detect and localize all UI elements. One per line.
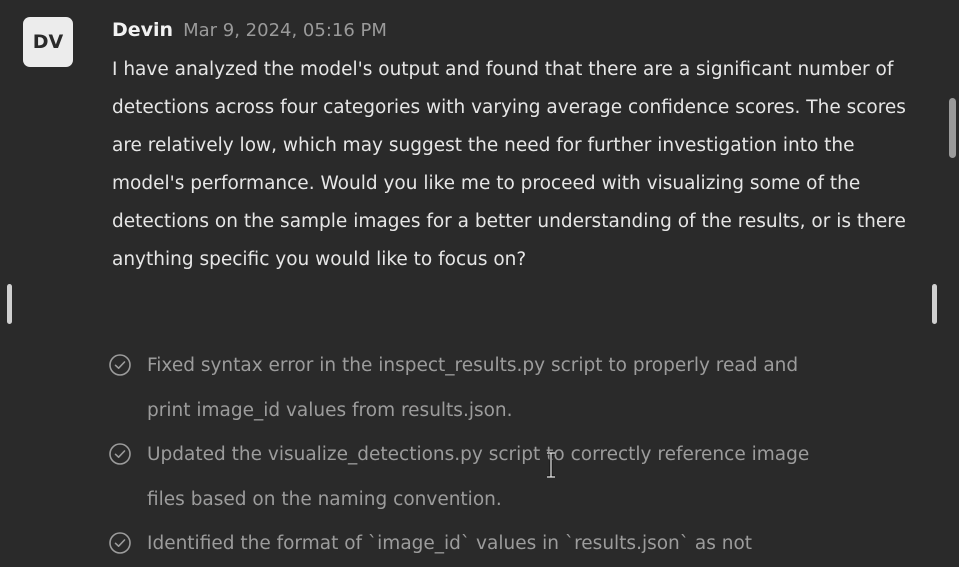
step-item: Identified the format of `image_id` valu… — [108, 522, 888, 567]
step-item: Fixed syntax error in the inspect_result… — [108, 344, 888, 433]
check-circle-icon — [109, 354, 131, 376]
check-circle-icon — [109, 443, 131, 465]
left-resize-handle[interactable] — [7, 284, 12, 324]
right-resize-handle[interactable] — [932, 284, 937, 324]
message-body: I have analyzed the model's output and f… — [112, 59, 906, 270]
avatar: DV — [23, 17, 73, 67]
check-circle-icon — [109, 532, 131, 554]
message-header: Devin Mar 9, 2024, 05:16 PM — [112, 19, 387, 41]
step-text: Identified the format of `image_id` valu… — [147, 533, 753, 554]
step-text: Updated the visualize_detections.py scri… — [147, 444, 810, 510]
step-text: Fixed syntax error in the inspect_result… — [147, 355, 799, 421]
step-item: Updated the visualize_detections.py scri… — [108, 433, 888, 522]
message-timestamp: Mar 9, 2024, 05:16 PM — [183, 20, 387, 41]
step-list: Fixed syntax error in the inspect_result… — [108, 344, 888, 567]
chat-panel: DV Devin Mar 9, 2024, 05:16 PM I have an… — [0, 0, 959, 567]
scrollbar-thumb[interactable] — [949, 98, 956, 158]
text-cursor-icon — [547, 452, 555, 478]
author-name: Devin — [112, 19, 174, 41]
